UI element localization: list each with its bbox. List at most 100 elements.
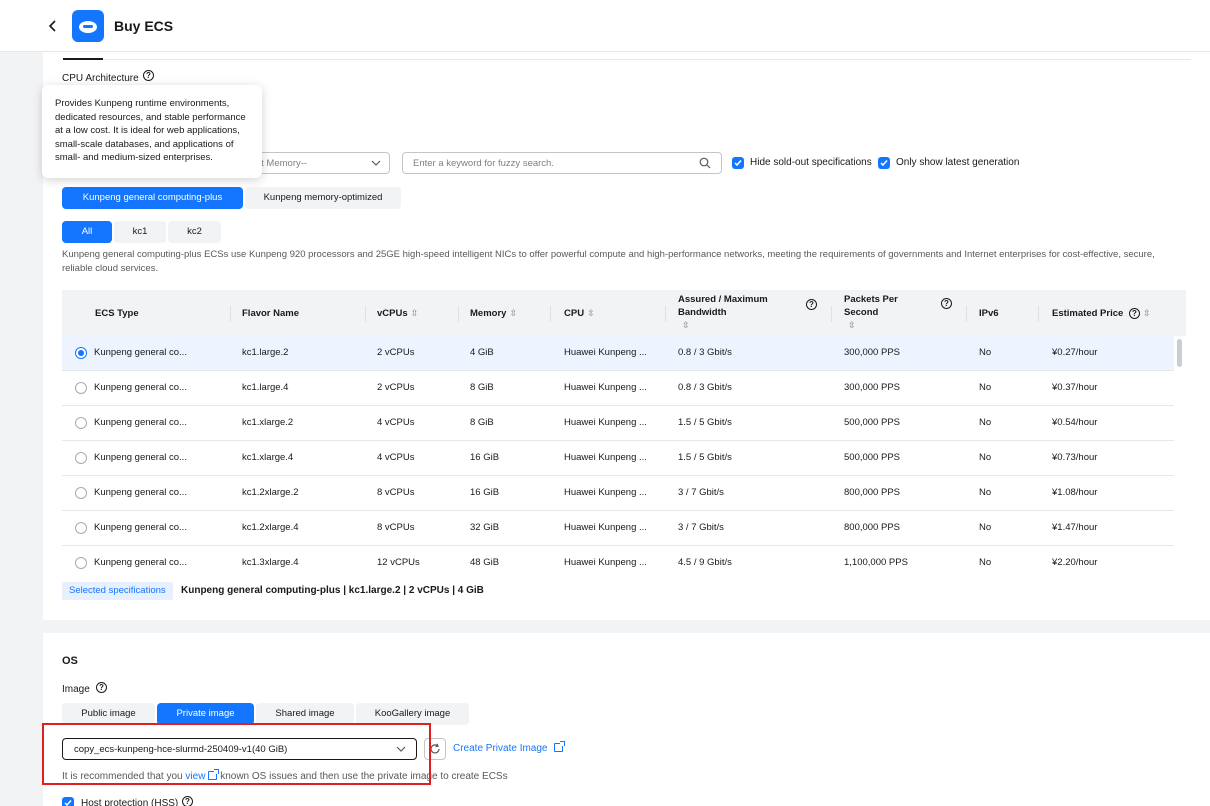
cell-price: ¥2.20/hour	[1052, 557, 1098, 568]
cell-cpu: Huawei Kunpeng ...	[564, 382, 647, 393]
th-cpu[interactable]: CPU ⇳	[564, 307, 595, 320]
cell-pps: 500,000 PPS	[844, 417, 900, 428]
row-radio[interactable]	[75, 522, 87, 534]
row-radio[interactable]	[75, 347, 87, 359]
cell-vcpus: 8 vCPUs	[377, 522, 415, 533]
search-icon[interactable]	[699, 157, 711, 169]
row-radio[interactable]	[75, 487, 87, 499]
cell-price: ¥0.37/hour	[1052, 382, 1098, 393]
sort-icon[interactable]: ⇳	[411, 307, 419, 320]
tab-shared-image[interactable]: Shared image	[256, 703, 354, 725]
column-separator	[966, 306, 967, 322]
selected-specifications-badge: Selected specifications	[62, 582, 173, 600]
th-vcpus-label: vCPUs	[377, 308, 408, 319]
sort-icon[interactable]: ⇳	[587, 307, 595, 320]
table-row[interactable]: Kunpeng general co... kc1.2xlarge.4 8 vCPU…	[62, 511, 1174, 546]
cell-cpu: Huawei Kunpeng ...	[564, 557, 647, 568]
cell-flavor: kc1.2xlarge.4	[242, 522, 299, 533]
cell-vcpus: 4 vCPUs	[377, 452, 415, 463]
search-input[interactable]: Enter a keyword for fuzzy search.	[402, 152, 722, 174]
table-row[interactable]: Kunpeng general co... kc1.large.4 2 vCPUs 8…	[62, 371, 1174, 406]
row-radio[interactable]	[75, 417, 87, 429]
row-radio[interactable]	[75, 452, 87, 464]
selected-specifications-text: Kunpeng general computing-plus | kc1.lar…	[181, 585, 484, 596]
cell-ipv6: No	[979, 417, 992, 428]
table-scrollbar[interactable]	[1177, 339, 1182, 367]
cell-pps: 1,100,000 PPS	[844, 557, 908, 568]
cell-memory: 16 GiB	[470, 452, 500, 463]
tab-kc1[interactable]: kc1	[114, 221, 166, 243]
cell-pps: 800,000 PPS	[844, 522, 900, 533]
sort-icon[interactable]: ⇳	[848, 319, 856, 332]
sort-icon[interactable]: ⇳	[682, 319, 690, 332]
cell-price: ¥0.73/hour	[1052, 452, 1098, 463]
cell-flavor: kc1.large.2	[242, 347, 289, 358]
cell-flavor: kc1.xlarge.4	[242, 452, 294, 463]
back-arrow-icon[interactable]	[46, 17, 60, 35]
th-bandwidth-line2: Bandwidth	[678, 307, 727, 318]
table-row[interactable]: Kunpeng general co... kc1.xlarge.4 4 vCPUs…	[62, 441, 1174, 476]
cell-type: Kunpeng general co...	[94, 417, 187, 428]
price-help-icon[interactable]: ?	[1128, 308, 1140, 319]
only-latest-label: Only show latest generation	[896, 157, 1020, 168]
cell-ipv6: No	[979, 557, 992, 568]
column-separator	[831, 306, 832, 322]
table-row[interactable]: Kunpeng general co... kc1.2xlarge.2 8 vCPU…	[62, 476, 1174, 511]
active-section-indicator	[63, 58, 103, 60]
tab-kunpeng-general-computing-plus[interactable]: Kunpeng general computing-plus	[62, 187, 243, 209]
check-icon	[64, 800, 72, 806]
column-separator	[365, 306, 366, 322]
table-row[interactable]: Kunpeng general co... kc1.xlarge.2 4 vCPUs…	[62, 406, 1174, 441]
tab-kc2[interactable]: kc2	[168, 221, 221, 243]
cell-memory: 32 GiB	[470, 522, 500, 533]
cell-pps: 300,000 PPS	[844, 382, 900, 393]
row-radio[interactable]	[75, 557, 87, 569]
table-row[interactable]: Kunpeng general co... kc1.large.2 2 vCPUs 4…	[62, 336, 1174, 371]
host-protection-checkbox[interactable]	[62, 797, 74, 806]
cell-bandwidth: 3 / 7 Gbit/s	[678, 487, 724, 498]
sort-icon[interactable]: ⇳	[1143, 307, 1151, 320]
tab-kunpeng-memory-optimized[interactable]: Kunpeng memory-optimized	[245, 187, 401, 209]
th-ecs-type: ECS Type	[95, 308, 139, 319]
cell-pps: 800,000 PPS	[844, 487, 900, 498]
tab-all[interactable]: All	[62, 221, 112, 243]
cpu-architecture-help-icon[interactable]: ?	[143, 70, 154, 81]
cell-bandwidth: 1.5 / 5 Gbit/s	[678, 452, 732, 463]
cell-pps: 300,000 PPS	[844, 347, 900, 358]
divider	[63, 59, 1191, 60]
pps-help-icon[interactable]: ?	[941, 298, 952, 309]
cell-bandwidth: 3 / 7 Gbit/s	[678, 522, 724, 533]
tab-private-image[interactable]: Private image	[157, 703, 254, 725]
cell-pps: 500,000 PPS	[844, 452, 900, 463]
cell-price: ¥1.08/hour	[1052, 487, 1098, 498]
cell-vcpus: 12 vCPUs	[377, 557, 420, 568]
th-memory[interactable]: Memory ⇳	[470, 307, 517, 320]
sort-icon[interactable]: ⇳	[509, 307, 517, 320]
th-ipv6: IPv6	[979, 308, 999, 319]
cell-cpu: Huawei Kunpeng ...	[564, 347, 647, 358]
image-help-icon[interactable]: ?	[96, 682, 107, 693]
hide-sold-out-checkbox[interactable]	[732, 157, 744, 169]
row-radio[interactable]	[75, 382, 87, 394]
image-label: Image	[62, 684, 90, 695]
host-protection-help-icon[interactable]: ?	[182, 796, 193, 806]
create-private-image-link[interactable]: Create Private Image	[453, 741, 565, 754]
column-separator	[230, 306, 231, 322]
table-row[interactable]: Kunpeng general co... kc1.3xlarge.4 12 vCP…	[62, 546, 1174, 572]
ecs-logo-icon	[72, 10, 104, 42]
cell-price: ¥1.47/hour	[1052, 522, 1098, 533]
cell-memory: 48 GiB	[470, 557, 500, 568]
th-bandwidth[interactable]: Assured / Maximum Bandwidth ⇳	[678, 293, 768, 332]
cell-ipv6: No	[979, 452, 992, 463]
cell-flavor: kc1.2xlarge.2	[242, 487, 299, 498]
only-latest-checkbox[interactable]	[878, 157, 890, 169]
th-vcpus[interactable]: vCPUs ⇳	[377, 307, 418, 320]
cell-memory: 8 GiB	[470, 417, 494, 428]
tab-public-image[interactable]: Public image	[62, 703, 155, 725]
tab-koogallery-image[interactable]: KooGallery image	[356, 703, 469, 725]
create-private-image-label: Create Private Image	[453, 743, 548, 754]
bandwidth-help-icon[interactable]: ?	[806, 299, 817, 310]
cell-flavor: kc1.xlarge.2	[242, 417, 294, 428]
th-estimated-price[interactable]: Estimated Price ? ⇳	[1052, 307, 1150, 320]
th-packets-per-second[interactable]: Packets Per Second ⇳	[844, 293, 898, 332]
